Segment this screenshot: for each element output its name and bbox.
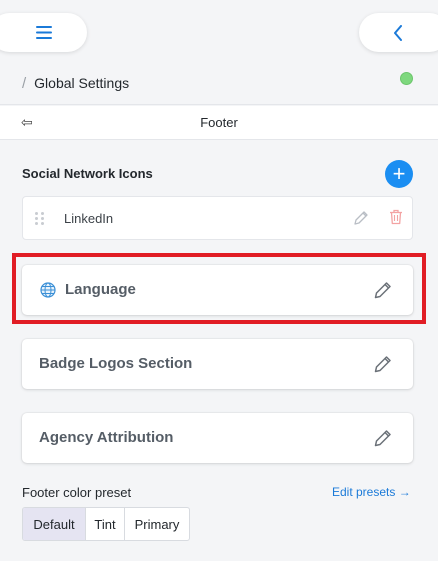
panel-header: ⇦ Footer xyxy=(0,106,438,140)
pencil-icon[interactable] xyxy=(353,210,369,231)
agency-attribution-card[interactable]: Agency Attribution xyxy=(22,413,413,463)
trash-icon[interactable] xyxy=(389,209,403,230)
add-social-button[interactable]: + xyxy=(385,160,413,188)
agency-attribution-label: Agency Attribution xyxy=(39,429,174,446)
preset-primary-button[interactable]: Primary xyxy=(125,508,189,540)
list-item[interactable]: LinkedIn xyxy=(22,196,413,240)
breadcrumb: / Global Settings xyxy=(0,62,438,105)
chevron-left-icon xyxy=(394,24,402,41)
page-title[interactable]: Global Settings xyxy=(34,75,129,91)
badge-logos-label: Badge Logos Section xyxy=(39,355,193,372)
badge-logos-section-card[interactable]: Badge Logos Section xyxy=(22,339,413,389)
color-preset-selector: Default Tint Primary xyxy=(22,507,190,541)
language-label: Language xyxy=(65,281,136,298)
social-section-title: Social Network Icons xyxy=(22,166,153,181)
pencil-icon[interactable] xyxy=(373,428,393,453)
globe-icon xyxy=(40,282,56,303)
preset-tint-button[interactable]: Tint xyxy=(86,508,125,540)
back-arrow-icon[interactable]: ⇦ xyxy=(21,114,33,131)
pencil-icon[interactable] xyxy=(373,280,393,305)
breadcrumb-separator: / xyxy=(22,74,27,92)
hamburger-menu-icon xyxy=(35,26,52,39)
top-bar xyxy=(0,0,438,62)
collapse-button[interactable] xyxy=(359,13,438,52)
panel-title: Footer xyxy=(200,115,238,130)
social-item-label: LinkedIn xyxy=(64,211,114,226)
drag-handle-icon[interactable] xyxy=(35,212,45,226)
preset-default-button[interactable]: Default xyxy=(23,508,86,540)
menu-button[interactable] xyxy=(0,13,87,52)
status-indicator xyxy=(400,72,413,85)
pencil-icon[interactable] xyxy=(373,354,393,379)
footer-color-preset-label: Footer color preset xyxy=(22,485,132,500)
edit-presets-link[interactable]: Edit presets → xyxy=(332,485,411,499)
language-section-card[interactable]: Language xyxy=(22,265,413,315)
plus-icon: + xyxy=(392,161,406,186)
